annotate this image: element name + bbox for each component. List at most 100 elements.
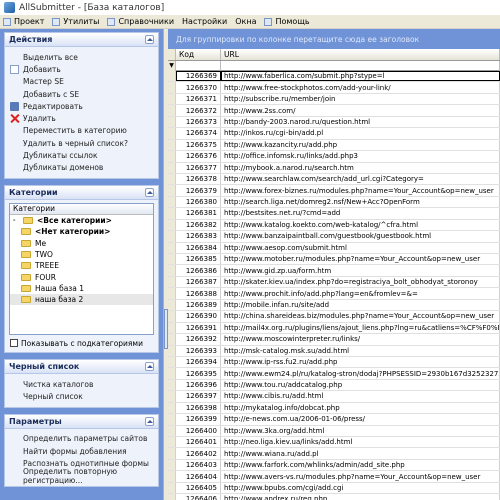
cell-code[interactable]: 1266378 <box>176 173 221 185</box>
row-indicator[interactable] <box>168 414 176 425</box>
cell-url[interactable]: http://www.free-stockphotos.com/add-your… <box>221 82 500 93</box>
row-indicator[interactable] <box>168 116 176 128</box>
action-item[interactable]: Добавить <box>10 63 153 75</box>
cell-url[interactable]: http://msk-catalog.msk.su/add.html <box>221 345 500 356</box>
clean-catalogs-link[interactable]: Чистка каталогов <box>10 378 153 390</box>
cell-code[interactable]: 1266392 <box>176 334 221 345</box>
row-indicator[interactable] <box>168 425 176 436</box>
cell-code[interactable]: 1266373 <box>176 116 221 128</box>
table-row[interactable]: 1266371 http://subscribe.ru/member/join <box>168 93 500 106</box>
row-indicator[interactable] <box>168 482 176 494</box>
category-column-header[interactable]: Категории <box>10 203 153 215</box>
action-item[interactable]: Мастер SE <box>10 76 153 88</box>
menu-settings[interactable]: Настройки <box>182 17 227 26</box>
cell-code[interactable]: 1266397 <box>176 391 221 402</box>
row-indicator[interactable] <box>168 208 176 219</box>
chevron-up-icon[interactable] <box>145 361 154 371</box>
row-indicator[interactable] <box>168 494 176 500</box>
menu-project[interactable]: Проект <box>3 17 44 26</box>
cell-url[interactable]: http://www.katalog.koekto.com/web-katalo… <box>221 219 500 231</box>
row-indicator[interactable] <box>168 139 176 151</box>
table-row[interactable]: 1266389 http://mobile.infan.ru/site/add <box>168 299 500 312</box>
table-row[interactable]: 1266377 http://mybook.a.narod.ru/search.h… <box>168 162 500 174</box>
cell-url[interactable]: http://www.ip-rss.fu2.ru/add.php <box>221 356 500 368</box>
cell-code[interactable]: 1266385 <box>176 254 221 265</box>
cell-url[interactable]: http://www.farfork.com/whlinks/admin/add… <box>221 459 500 471</box>
row-indicator[interactable] <box>168 254 176 265</box>
chevron-up-icon[interactable] <box>145 187 154 197</box>
cell-url[interactable]: http://www.2ss.com/ <box>221 105 500 116</box>
checkbox-box[interactable] <box>10 339 18 348</box>
cell-code[interactable]: 1266371 <box>176 93 221 105</box>
chevron-up-icon[interactable] <box>145 35 154 44</box>
action-item[interactable]: Выделить все <box>10 51 153 63</box>
cell-url[interactable]: http://china.shareideas.biz/modules.php?… <box>221 311 500 322</box>
table-row[interactable]: 1266404 http://www.avers-vs.ru/modules.ph… <box>168 471 500 483</box>
cell-code[interactable]: 1266375 <box>176 139 221 151</box>
cell-code[interactable]: 1266381 <box>176 208 221 219</box>
table-row[interactable]: 1266391 http://mail4x.org.ru/plugins/lien… <box>168 322 500 335</box>
row-indicator[interactable] <box>168 334 176 345</box>
row-indicator[interactable] <box>168 196 176 208</box>
cell-code[interactable]: 1266370 <box>176 82 221 93</box>
table-row[interactable]: 1266388 http://www.prochit.info/add.php?l… <box>168 288 500 300</box>
grid-filter-row[interactable]: ▼ <box>168 61 500 71</box>
cell-code[interactable]: 1266403 <box>176 459 221 471</box>
cell-code[interactable]: 1266398 <box>176 402 221 414</box>
table-row[interactable]: 1266380 http://search.liga.net/domreg2.ns… <box>168 196 500 209</box>
table-row[interactable]: 1266382 http://www.katalog.koekto.com/web… <box>168 219 500 232</box>
row-indicator[interactable] <box>168 265 176 276</box>
cell-url[interactable]: http://www.wiana.ru/add.pl <box>221 448 500 459</box>
table-row[interactable]: 1266381 http://bestsites.net.ru/?cmd=add <box>168 208 500 220</box>
category-item[interactable]: - <Все категории> <box>10 215 153 226</box>
table-row[interactable]: 1266390 http://china.shareideas.biz/modul… <box>168 311 500 323</box>
chevron-up-icon[interactable] <box>145 416 154 426</box>
table-row[interactable]: 1266400 http://www.3ka.org/add.html <box>168 425 500 437</box>
action-item[interactable]: Удалить в черный список? <box>10 137 153 149</box>
cell-code[interactable]: 1266372 <box>176 105 221 116</box>
category-tree[interactable]: Категории - <Все категории> <Нет категории… <box>9 202 154 335</box>
category-item[interactable]: <Нет категории> <box>10 226 153 237</box>
table-row[interactable]: 1266405 http://www.bpubs.com/cgi/add.cgi <box>168 482 500 495</box>
action-item[interactable]: Переместить в категорию <box>10 125 153 137</box>
params-panel-header[interactable]: Параметры <box>5 414 158 429</box>
category-item[interactable]: TWO <box>10 249 153 260</box>
row-indicator[interactable] <box>168 437 176 448</box>
row-indicator[interactable] <box>168 311 176 322</box>
table-row[interactable]: 1266385 http://www.motober.ru/modules.php… <box>168 254 500 266</box>
cell-url[interactable]: http://search.liga.net/domreg2.nsf/New+A… <box>221 196 500 208</box>
cell-code[interactable]: 1266374 <box>176 128 221 139</box>
cell-code[interactable]: 1266386 <box>176 265 221 276</box>
category-item[interactable]: наша база 2 <box>10 294 153 306</box>
table-row[interactable]: 1266375 http://www.kazancity.ru/add.php <box>168 139 500 152</box>
cell-url[interactable]: http://skater.kiev.ua/index.php?do=regis… <box>221 276 500 288</box>
table-row[interactable]: 1266398 http://mykatalog.info/dobcat.php <box>168 402 500 415</box>
cell-url[interactable]: http://bestsites.net.ru/?cmd=add <box>221 208 500 219</box>
cell-url[interactable]: http://www.motober.ru/modules.php?name=Y… <box>221 254 500 265</box>
cell-code[interactable]: 1266376 <box>176 151 221 162</box>
row-indicator[interactable] <box>168 402 176 414</box>
row-indicator[interactable] <box>168 368 176 379</box>
category-item[interactable]: TREEE <box>10 260 153 271</box>
table-row[interactable]: 1266392 http://www.moscowinterpreter.ru/l… <box>168 334 500 346</box>
table-row[interactable]: 1266387 http://skater.kiev.ua/index.php?d… <box>168 276 500 289</box>
row-indicator[interactable] <box>168 151 176 162</box>
table-row[interactable]: 1266369 http://www.faberlica.com/submit.p… <box>168 71 500 83</box>
cell-code[interactable]: 1266393 <box>176 345 221 356</box>
row-indicator[interactable] <box>168 276 176 288</box>
cell-code[interactable]: 1266387 <box>176 276 221 288</box>
row-indicator[interactable] <box>168 242 176 253</box>
row-indicator[interactable] <box>168 173 176 185</box>
cell-url[interactable]: http://mybook.a.narod.ru/search.htm <box>221 162 500 173</box>
action-item[interactable]: Добавить с SE <box>10 88 153 100</box>
cell-url[interactable]: http://www.gid.zp.ua/form.htm <box>221 265 500 276</box>
row-indicator[interactable] <box>168 448 176 459</box>
menu-windows[interactable]: Окна <box>235 17 256 26</box>
cell-code[interactable]: 1266379 <box>176 185 221 196</box>
row-indicator[interactable] <box>168 471 176 482</box>
category-item[interactable]: Наша база 1 <box>10 283 153 294</box>
show-subcategories-checkbox[interactable]: Показывать с подкатегориями <box>9 335 154 349</box>
cell-code[interactable]: 1266404 <box>176 471 221 482</box>
cell-code[interactable]: 1266391 <box>176 322 221 334</box>
table-row[interactable]: 1266397 http://www.cibis.ru/add.html <box>168 391 500 403</box>
